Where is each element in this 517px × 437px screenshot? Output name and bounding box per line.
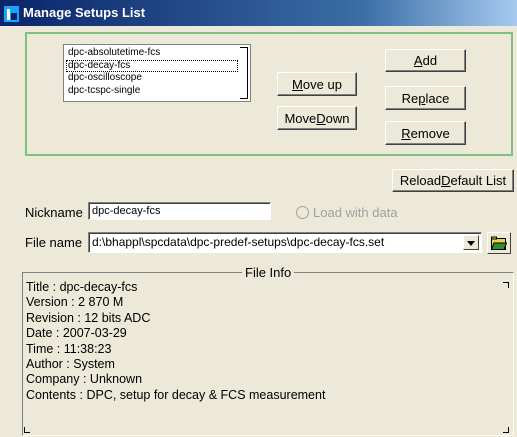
file-name-combobox[interactable]: d:\bhappl\spcdata\dpc-predef-setups\dpc-… (88, 232, 482, 253)
file-info-text: Title : dpc-decay-fcs Version : 2 870 M … (26, 280, 325, 403)
add-button-label-suffix: dd (422, 53, 438, 68)
info-line: Revision : 12 bits ADC (26, 310, 151, 325)
info-line: Author : System (26, 357, 115, 372)
window-title: Manage Setups List (23, 5, 146, 20)
replace-button[interactable]: Re p lace (385, 86, 466, 110)
open-file-button[interactable] (487, 232, 511, 254)
list-item[interactable]: dpc-absolutetime-fcs (66, 47, 250, 60)
list-scrollbar[interactable] (240, 47, 248, 99)
info-line: Time : 11:38:23 (26, 341, 112, 356)
info-line: Date : 2007-03-29 (26, 326, 127, 341)
info-corner-mark (503, 282, 509, 288)
load-with-data-radio[interactable] (296, 206, 309, 219)
title-bar[interactable]: Manage Setups List (0, 0, 517, 26)
app-icon (4, 6, 19, 22)
replace-accel: p (418, 90, 426, 106)
file-name-label: File name (25, 235, 83, 250)
setups-listbox[interactable]: dpc-absolutetime-fcs dpc-decay-fcs dpc-o… (63, 44, 251, 102)
add-button[interactable]: Add (385, 49, 466, 72)
move-down-label-prefix: Move (284, 110, 317, 126)
move-up-accel: M (292, 76, 303, 92)
move-up-label-suffix: ove up (302, 76, 342, 92)
info-corner-mark (503, 427, 509, 433)
chevron-down-icon[interactable] (463, 235, 479, 250)
replace-label-suffix: lace (425, 90, 450, 106)
info-line: Contents : DPC, setup for decay & FCS me… (26, 387, 326, 402)
info-corner-mark (24, 427, 30, 433)
remove-accel: R (401, 125, 411, 141)
move-up-button[interactable]: Move up (277, 72, 357, 96)
nickname-input[interactable]: dpc-decay-fcs (88, 202, 271, 220)
reload-label-prefix: Reload (399, 173, 442, 188)
file-info-legend: File Info (242, 265, 295, 280)
move-down-button[interactable]: Move Down (277, 106, 357, 130)
reload-label-suffix: efault List (450, 173, 507, 188)
add-button-accel: A (413, 53, 423, 68)
file-name-value: d:\bhappl\spcdata\dpc-predef-setups\dpc-… (92, 235, 385, 249)
info-line: Company : Unknown (26, 372, 143, 387)
info-line: Title : dpc-decay-fcs (26, 280, 138, 294)
list-item[interactable]: dpc-tcspc-single (66, 85, 250, 98)
reload-accel: D (441, 173, 451, 188)
load-with-data-label: Load with data (313, 205, 398, 220)
info-line: Version : 2 870 M (26, 295, 124, 310)
remove-button[interactable]: Remove (385, 121, 466, 145)
remove-label-suffix: emove (410, 125, 450, 141)
replace-label-prefix: Re (401, 90, 419, 106)
nickname-label: Nickname (25, 205, 83, 220)
open-folder-icon (491, 236, 507, 250)
move-down-accel: D (316, 110, 326, 126)
move-down-label-suffix: own (325, 110, 350, 126)
list-item[interactable]: dpc-oscilloscope (66, 72, 250, 85)
reload-default-list-button[interactable]: Reload Default List (392, 169, 514, 192)
list-item-selected[interactable]: dpc-decay-fcs (66, 59, 238, 72)
